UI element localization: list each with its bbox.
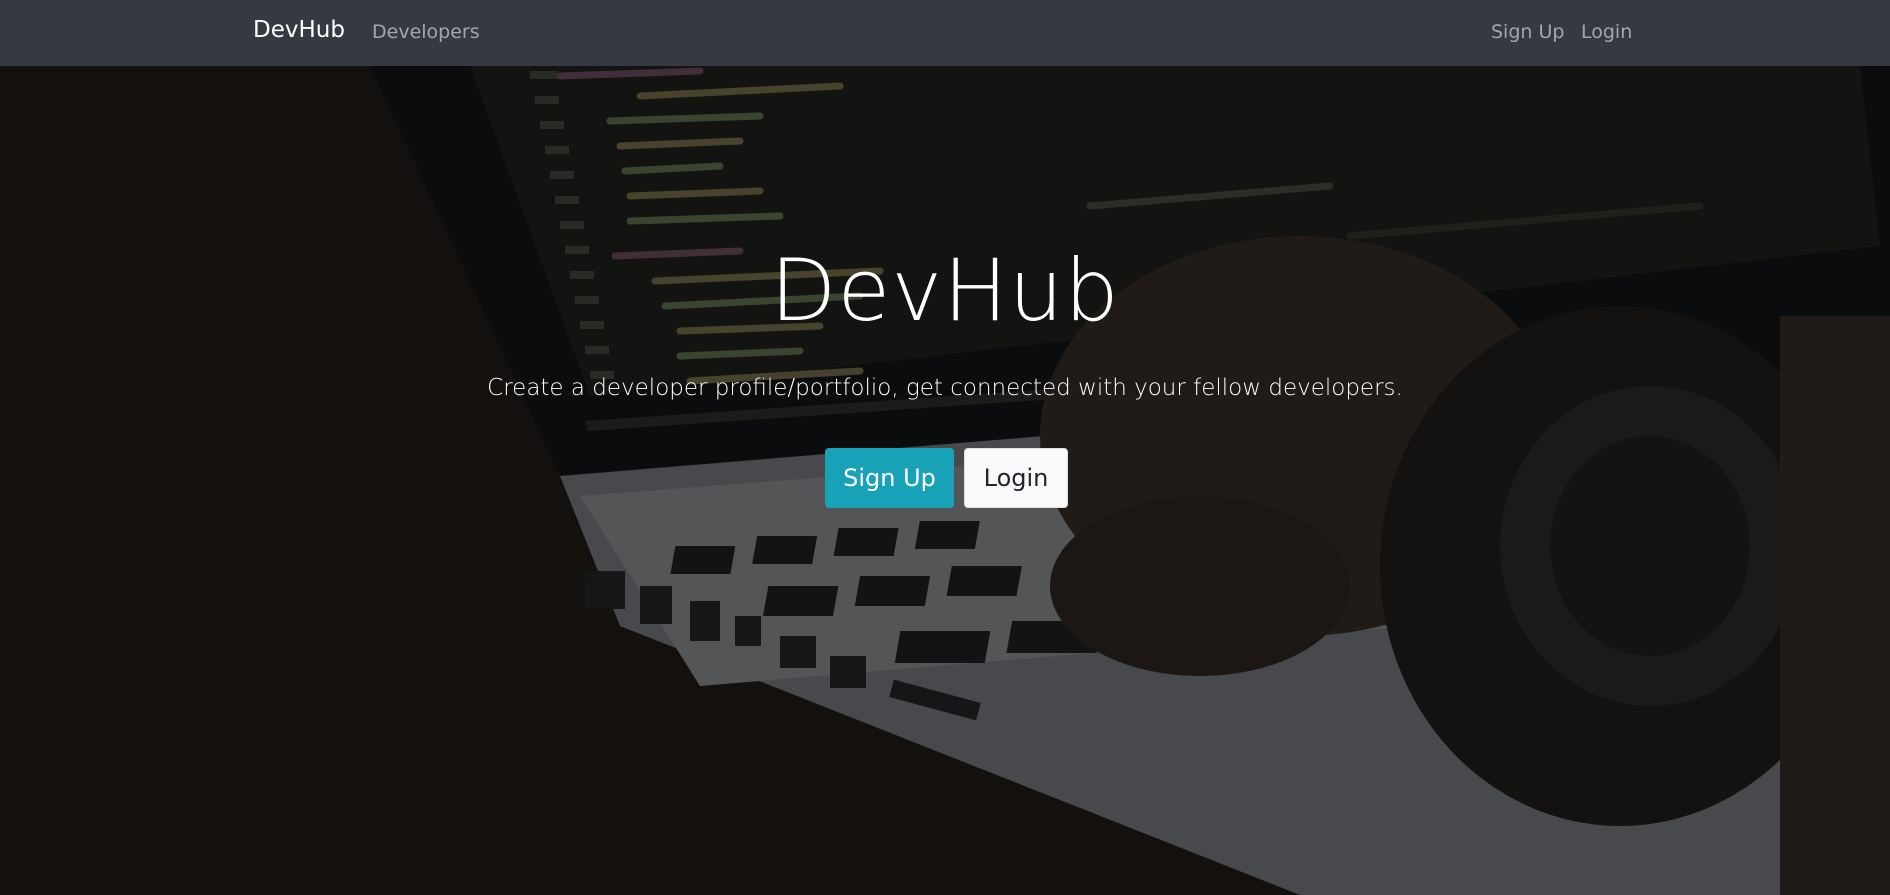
brand-link[interactable]: DevHub	[253, 17, 345, 43]
nav-login-link[interactable]: Login	[1581, 21, 1632, 43]
nav-signup-link[interactable]: Sign Up	[1491, 21, 1564, 43]
login-button[interactable]: Login	[964, 448, 1068, 508]
nav-developers-link[interactable]: Developers	[372, 21, 480, 43]
signup-button[interactable]: Sign Up	[825, 448, 954, 508]
hero-lead-text: Create a developer profile/portfolio, ge…	[487, 375, 1403, 401]
navbar: DevHub Developers Sign Up Login	[0, 0, 1890, 66]
landing-hero: DevHub Create a developer profile/portfo…	[0, 66, 1890, 895]
hero-title: DevHub	[770, 241, 1120, 341]
